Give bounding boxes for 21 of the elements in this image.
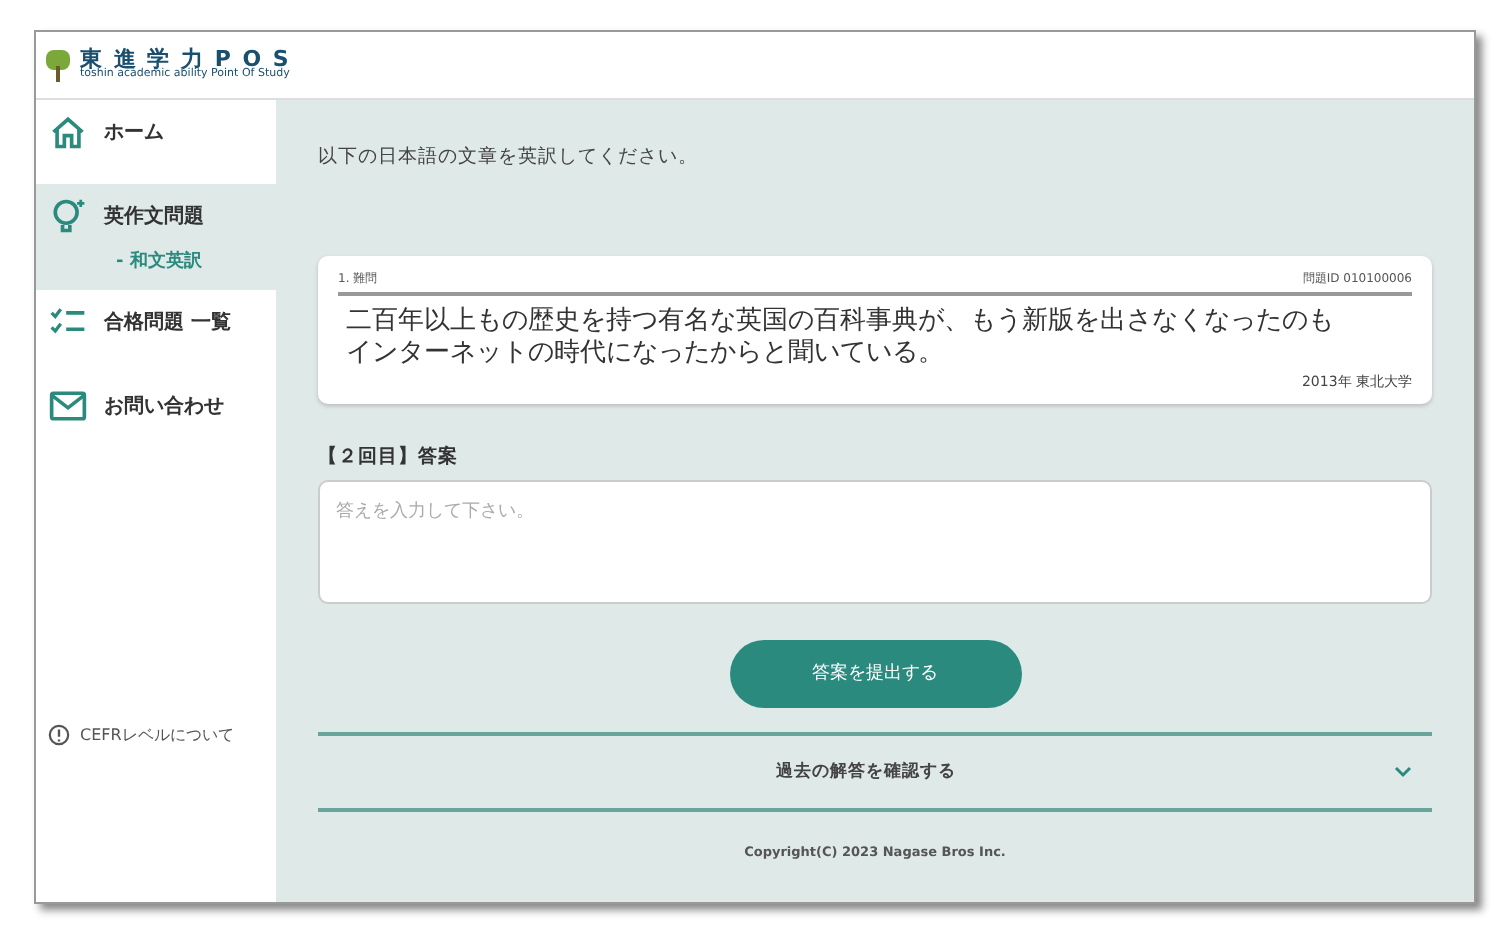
cefr-link[interactable]: CEFRレベルについて xyxy=(80,724,234,746)
tree-logo-icon xyxy=(44,47,72,83)
sidebar-item[interactable]: お問い合わせ xyxy=(36,374,276,438)
mail-icon xyxy=(48,386,88,426)
sidebar-label: ホーム xyxy=(104,120,164,146)
question-text-line: インターネットの時代になったからと聞いている。 xyxy=(346,338,944,371)
info-icon xyxy=(48,724,70,746)
home-icon xyxy=(48,112,88,152)
sidebar-label: 英作文問題 xyxy=(104,203,204,230)
answer-label: 【２回目】答案 xyxy=(318,443,460,469)
bulb-icon xyxy=(48,196,88,236)
sidebar-item[interactable]: ホーム xyxy=(36,100,276,164)
sidebar-item[interactable]: 合格問題 一覧 xyxy=(36,290,276,354)
history-toggle[interactable]: 過去の解答を確認する xyxy=(318,731,1432,811)
answer-field[interactable]: 答えを入力して下さい。 xyxy=(318,479,1432,603)
submit-button[interactable]: 答案を提出する xyxy=(729,639,1021,707)
sidebar-item[interactable]: 英作文問題 - 和文英訳 xyxy=(36,184,276,290)
sidebar-label: お問い合わせ xyxy=(104,393,224,420)
instruction-text: 以下の日本語の文章を英訳してください。 xyxy=(318,144,700,170)
sidebar-label: 合格問題 一覧 xyxy=(104,309,231,336)
question-text-line: 二百年以上もの歴史を持つ有名な英国の百科事典が、もう新版を出さなくなったのも xyxy=(346,306,1334,338)
